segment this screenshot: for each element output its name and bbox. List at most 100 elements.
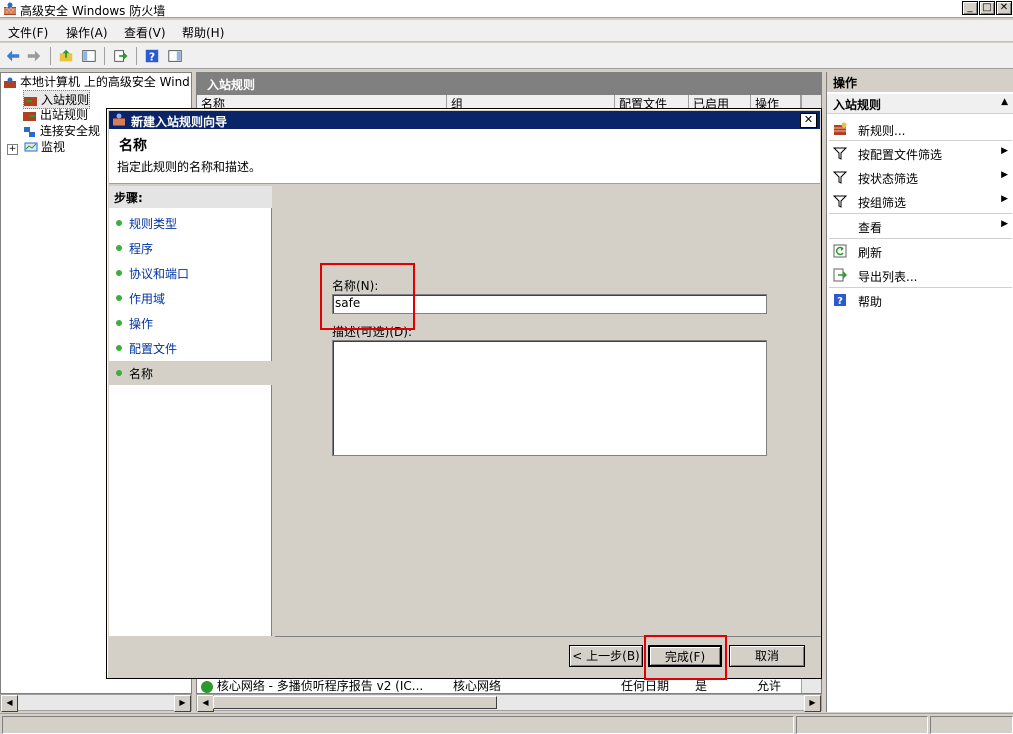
show-hide-tree-icon[interactable] — [80, 47, 98, 65]
up-folder-icon[interactable] — [57, 47, 75, 65]
action-filter-by-state[interactable]: 按状态筛选 ▶ — [827, 166, 1013, 188]
tree-item-label: 入站规则 — [41, 93, 90, 107]
export-list-icon[interactable] — [111, 47, 129, 65]
refresh-icon — [833, 244, 847, 258]
filter-icon — [833, 171, 847, 184]
step-program[interactable]: 程序 — [109, 236, 272, 260]
actions-section-title: 入站规则 — [833, 98, 882, 112]
tree-root[interactable]: 本地计算机 上的高级安全 Wind — [3, 73, 190, 90]
connection-security-icon — [24, 126, 35, 137]
row-action: 允许 — [757, 679, 782, 693]
submenu-arrow-icon: ▶ — [1001, 146, 1008, 156]
back-icon[interactable] — [4, 47, 22, 65]
new-rule-icon — [834, 122, 847, 135]
action-new-rule[interactable]: 新规则... — [827, 118, 1013, 140]
submenu-arrow-icon: ▶ — [1001, 194, 1008, 204]
window-title: 高级安全 Windows 防火墙 — [20, 4, 166, 18]
step-dot-icon — [116, 320, 122, 326]
table-row[interactable]: 核心网络 - 多播侦听程序报告 v2 (IC... — [201, 677, 424, 693]
wizard-title: 新建入站规则向导 — [131, 115, 228, 129]
finish-button[interactable]: 完成(F) — [648, 645, 722, 667]
menu-file[interactable]: 文件(F) — [8, 24, 48, 41]
tree-item-monitoring[interactable]: + 监视 — [7, 138, 65, 155]
actions-title: 操作 — [827, 72, 1013, 92]
monitor-icon — [24, 142, 38, 151]
actions-pane: 操作 入站规则 ▲ 新规则... 按配置文件筛选 ▶ 按状态筛选 ▶ 按组筛选 … — [826, 72, 1013, 712]
wizard-steps: 步骤: 规则类型 程序 协议和端口 作用域 操作 配置文件 名称 — [109, 186, 272, 636]
wizard-close-button[interactable]: ✕ — [800, 113, 817, 128]
step-dot-icon — [116, 245, 122, 251]
show-action-pane-icon[interactable] — [166, 47, 184, 65]
step-dot-icon — [116, 220, 122, 226]
status-bar — [0, 713, 1013, 734]
scroll-left-icon[interactable]: ◀ — [1, 695, 18, 712]
action-view[interactable]: 查看 ▶ — [827, 215, 1013, 237]
description-textarea[interactable] — [332, 340, 767, 456]
description-label: 描述(可选)(D): — [332, 325, 413, 339]
forward-icon[interactable] — [25, 47, 43, 65]
inbound-rules-icon — [24, 96, 37, 106]
scroll-left-icon[interactable]: ◀ — [197, 695, 214, 712]
step-rule-type[interactable]: 规则类型 — [109, 211, 272, 235]
action-refresh[interactable]: 刷新 — [827, 240, 1013, 262]
wizard-form: 名称(N): safe 描述(可选)(D): — [275, 186, 821, 636]
pane-title: 入站规则 — [197, 73, 821, 95]
collapse-icon[interactable]: ▲ — [1001, 97, 1008, 107]
step-profile[interactable]: 配置文件 — [109, 336, 272, 360]
wizard-subheading: 指定此规则的名称和描述。 — [117, 160, 262, 174]
name-input[interactable]: safe — [332, 294, 767, 314]
row-name: 核心网络 - 多播侦听程序报告 v2 (IC... — [216, 679, 424, 693]
svg-text:?: ? — [149, 50, 155, 63]
tree-item-connection-security[interactable]: 连接安全规 — [23, 122, 100, 139]
outbound-rules-icon — [23, 111, 36, 121]
step-protocol-ports[interactable]: 协议和端口 — [109, 261, 272, 285]
firewall-icon — [4, 2, 16, 15]
tree-item-outbound[interactable]: 出站规则 — [23, 106, 88, 123]
step-action[interactable]: 操作 — [109, 311, 272, 335]
row-enabled: 是 — [695, 679, 708, 693]
status-panel — [2, 716, 794, 734]
export-icon — [833, 268, 847, 282]
maximize-button[interactable]: □ — [979, 1, 995, 15]
action-filter-by-profile[interactable]: 按配置文件筛选 ▶ — [827, 142, 1013, 164]
scroll-right-icon[interactable]: ▶ — [174, 695, 191, 712]
minimize-button[interactable]: _ — [962, 1, 978, 15]
menu-action[interactable]: 操作(A) — [66, 24, 108, 41]
close-button[interactable]: ✕ — [996, 1, 1012, 15]
step-dot-icon — [116, 270, 122, 276]
submenu-arrow-icon: ▶ — [1001, 219, 1008, 229]
step-name[interactable]: 名称 — [109, 361, 272, 385]
svg-text:?: ? — [837, 296, 843, 307]
help-icon[interactable]: ? — [143, 47, 161, 65]
tree-item-label: 监视 — [41, 140, 66, 154]
allow-icon — [201, 680, 213, 693]
tree-root-label: 本地计算机 上的高级安全 Wind — [20, 75, 190, 89]
scroll-thumb[interactable] — [213, 696, 497, 709]
step-dot-icon — [116, 345, 122, 351]
menu-view[interactable]: 查看(V) — [124, 24, 166, 41]
filter-icon — [833, 147, 847, 160]
back-button[interactable]: < 上一步(B) — [569, 645, 643, 667]
action-export-list[interactable]: 导出列表... — [827, 264, 1013, 286]
status-panel — [930, 716, 1013, 734]
action-filter-by-group[interactable]: 按组筛选 ▶ — [827, 190, 1013, 212]
scroll-right-icon[interactable]: ▶ — [804, 695, 821, 712]
menu-bar: 文件(F) 操作(A) 查看(V) 帮助(H) — [0, 20, 1013, 42]
new-inbound-rule-wizard: 新建入站规则向导 ✕ 名称 指定此规则的名称和描述。 步骤: 规则类型 程序 协… — [106, 108, 822, 680]
list-horizontal-scrollbar[interactable]: ◀ ▶ — [196, 694, 822, 712]
name-label: 名称(N): — [332, 279, 379, 293]
action-help[interactable]: ? 帮助 — [827, 289, 1013, 311]
expand-icon[interactable]: + — [7, 144, 18, 155]
tree-horizontal-scrollbar[interactable]: ◀ ▶ — [0, 694, 192, 712]
wizard-title-bar: 新建入站规则向导 ✕ — [109, 111, 820, 129]
tree-item-label: 出站规则 — [40, 108, 89, 122]
wizard-header: 名称 指定此规则的名称和描述。 — [109, 129, 820, 184]
help-icon: ? — [834, 294, 846, 307]
step-dot-icon — [116, 295, 122, 301]
firewall-icon — [4, 77, 16, 88]
actions-section-header[interactable]: 入站规则 ▲ — [827, 94, 1013, 114]
step-scope[interactable]: 作用域 — [109, 286, 272, 310]
cancel-button[interactable]: 取消 — [729, 645, 805, 667]
menu-help[interactable]: 帮助(H) — [182, 24, 224, 41]
wizard-heading: 名称 — [119, 138, 147, 154]
